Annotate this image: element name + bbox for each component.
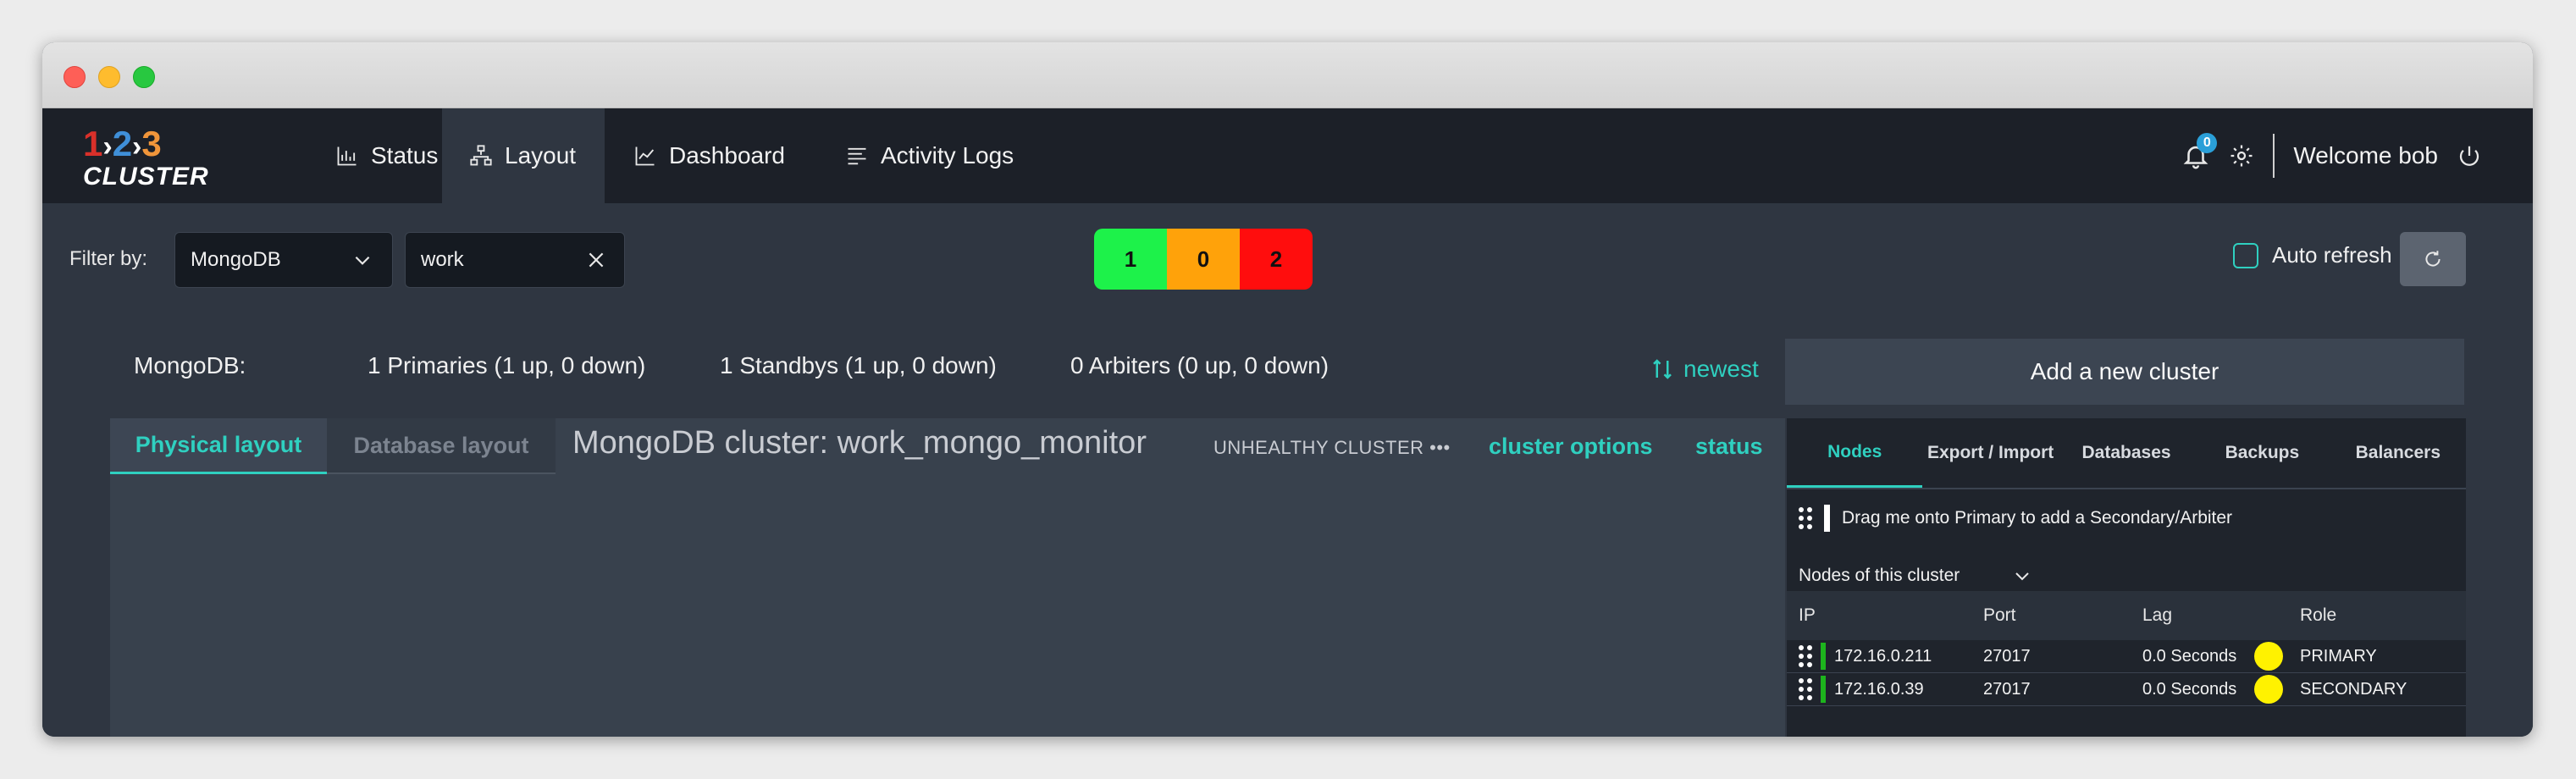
db-type-select[interactable]: MongoDB: [174, 232, 393, 288]
drag-hint: Drag me onto Primary to add a Secondary/…: [1842, 508, 2233, 528]
db-type-value: MongoDB: [191, 248, 281, 271]
refresh-icon: [2425, 251, 2441, 267]
refresh-button[interactable]: [2400, 232, 2466, 286]
minimize-window-button[interactable]: [98, 66, 120, 88]
more-icon[interactable]: •••: [1429, 437, 1451, 458]
cluster-side-panel: Nodes Export / Import Databases Backups …: [1787, 418, 2466, 737]
tab-databases[interactable]: Databases: [2059, 418, 2194, 488]
nav-divider: [2273, 134, 2275, 178]
logo-number-1: 1: [83, 124, 103, 163]
table-row[interactable]: 172.16.0.39 27017 0.0 Seconds SECONDARY: [1787, 673, 2466, 706]
nodes-table: IP Port Lag Role 172.16.0.211 27017 0.0 …: [1787, 591, 2466, 706]
nodes-table-header: IP Port Lag Role: [1787, 591, 2466, 640]
nav-layout[interactable]: Layout: [442, 108, 605, 203]
count-up[interactable]: 1: [1094, 229, 1167, 290]
node-status-dot: [2254, 675, 2283, 704]
drag-handle-icon[interactable]: [1799, 678, 1812, 700]
sitemap-icon: [470, 145, 492, 166]
table-row[interactable]: 172.16.0.211 27017 0.0 Seconds PRIMARY: [1787, 640, 2466, 673]
tab-database-layout[interactable]: Database layout: [327, 418, 556, 474]
drag-handle-icon[interactable]: [1799, 645, 1812, 667]
logo-number-2: 2: [112, 124, 133, 163]
top-navbar: 1›2›3 CLUSTER Status Layout Dashboard Ac…: [42, 108, 2533, 203]
col-lag: Lag: [2142, 605, 2173, 625]
auto-refresh[interactable]: Auto refresh: [2233, 242, 2392, 268]
nodes-label: Nodes of this cluster: [1799, 566, 1960, 585]
logo-number-3: 3: [141, 124, 162, 163]
cluster-title: MongoDB cluster: work_mongo_monitor: [572, 425, 1147, 461]
nav-layout-label: Layout: [505, 142, 577, 169]
node-port: 27017: [1983, 646, 2031, 666]
node-role: SECONDARY: [2300, 679, 2407, 699]
node-color-bar: [1824, 505, 1830, 532]
chevron-down-icon: [2015, 572, 2029, 581]
cluster-state: UNHEALTHY CLUSTER •••: [1213, 437, 1451, 459]
nav-activity-logs[interactable]: Activity Logs: [818, 108, 1041, 203]
cluster-state-label: UNHEALTHY CLUSTER: [1213, 437, 1424, 458]
window-titlebar: [42, 42, 2533, 108]
clear-icon[interactable]: [585, 249, 607, 271]
drag-handle-icon[interactable]: [1799, 507, 1812, 529]
col-ip: IP: [1799, 605, 1816, 625]
power-icon[interactable]: [2457, 143, 2482, 169]
close-window-button[interactable]: [64, 66, 86, 88]
summary-standbys: 1 Standbys (1 up, 0 down): [720, 352, 997, 378]
summary-db: MongoDB:: [134, 352, 246, 378]
notification-badge: 0: [2197, 133, 2218, 153]
node-status-dot: [2254, 642, 2283, 671]
auto-refresh-label: Auto refresh: [2272, 242, 2392, 268]
nav-dashboard[interactable]: Dashboard: [606, 108, 812, 203]
main-content: Filter by: MongoDB work 1 0 2 Auto refre…: [42, 203, 2533, 737]
tab-nodes[interactable]: Nodes: [1787, 418, 1923, 488]
node-ip: 172.16.0.39: [1834, 679, 1924, 699]
maximize-window-button[interactable]: [133, 66, 155, 88]
tab-export-import[interactable]: Export / Import: [1922, 418, 2058, 488]
line-chart-icon: [635, 146, 655, 166]
col-role: Role: [2300, 605, 2337, 625]
side-tabs: Nodes Export / Import Databases Backups …: [1787, 418, 2466, 489]
gear-icon[interactable]: [2229, 143, 2254, 169]
health-counts: 1 0 2: [1094, 229, 1313, 290]
cluster-status-link[interactable]: status: [1695, 434, 1763, 460]
filter-label: Filter by:: [69, 247, 148, 270]
app-window: 1›2›3 CLUSTER Status Layout Dashboard Ac…: [42, 42, 2533, 737]
node-color-bar: [1821, 643, 1826, 670]
add-cluster-button[interactable]: Add a new cluster: [1785, 339, 2464, 405]
node-port: 27017: [1983, 679, 2031, 699]
node-lag: 0.0 Seconds: [2142, 646, 2237, 666]
chevron-down-icon: [355, 256, 370, 265]
count-down[interactable]: 2: [1240, 229, 1313, 290]
tab-physical-layout[interactable]: Physical layout: [110, 418, 327, 474]
nav-status-label: Status: [371, 142, 439, 169]
search-value: work: [421, 248, 464, 271]
sort-button[interactable]: newest: [1650, 356, 1759, 383]
tab-backups[interactable]: Backups: [2194, 418, 2330, 488]
nav-right-group: 0 Welcome bob: [2181, 108, 2482, 203]
node-color-bar: [1821, 676, 1826, 703]
cluster-options-link[interactable]: cluster options: [1489, 434, 1653, 460]
tab-balancers[interactable]: Balancers: [2330, 418, 2466, 488]
summary-arbiters: 0 Arbiters (0 up, 0 down): [1070, 352, 1329, 378]
col-port: Port: [1983, 605, 2016, 625]
welcome-text: Welcome bob: [2293, 142, 2438, 169]
nav-activity-logs-label: Activity Logs: [881, 142, 1014, 169]
sort-icon: [1653, 359, 1672, 379]
drag-new-node[interactable]: Drag me onto Primary to add a Secondary/…: [1799, 505, 2232, 532]
notifications-button[interactable]: 0: [2181, 133, 2218, 170]
bar-chart-icon: [337, 146, 357, 166]
summary-primaries: 1 Primaries (1 up, 0 down): [368, 352, 646, 378]
node-ip: 172.16.0.211: [1834, 646, 1932, 666]
list-icon: [848, 147, 866, 165]
sort-label: newest: [1683, 356, 1759, 382]
auto-refresh-checkbox[interactable]: [2233, 242, 2258, 268]
logo-word: CLUSTER: [83, 163, 209, 191]
nodes-dropdown[interactable]: Nodes of this cluster: [1799, 566, 2032, 586]
app-logo[interactable]: 1›2›3 CLUSTER: [83, 124, 208, 191]
node-lag: 0.0 Seconds: [2142, 679, 2237, 699]
count-warning[interactable]: 0: [1167, 229, 1240, 290]
search-input[interactable]: work: [405, 232, 625, 288]
node-role: PRIMARY: [2300, 646, 2377, 666]
nav-dashboard-label: Dashboard: [669, 142, 785, 169]
